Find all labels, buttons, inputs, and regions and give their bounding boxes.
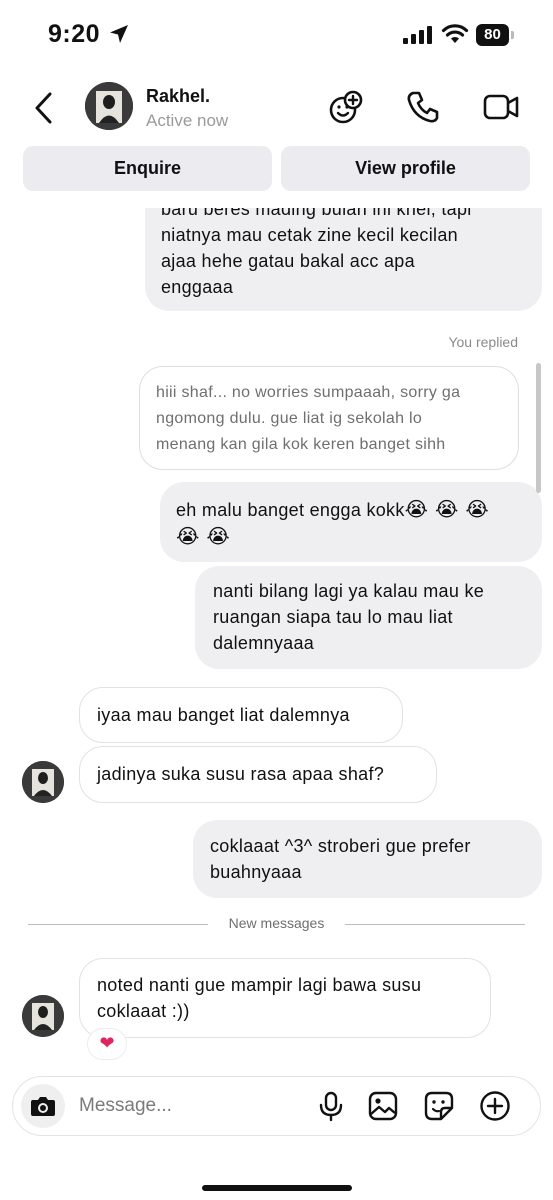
replied-label: You replied (448, 334, 518, 350)
received-message[interactable]: jadinya suka susu rasa apaa shaf? (79, 746, 437, 803)
message-composer (12, 1076, 541, 1136)
back-icon[interactable] (30, 90, 60, 126)
battery-icon: 80 (476, 24, 514, 46)
avatar[interactable] (22, 995, 64, 1037)
message-input[interactable] (79, 1077, 299, 1134)
contact-name[interactable]: Rakhel. (146, 86, 210, 107)
crying-emoji: 😭 😭 (176, 524, 230, 548)
scrollbar[interactable] (536, 363, 541, 493)
plus-icon[interactable] (479, 1090, 511, 1122)
sent-message[interactable]: eh malu banget engga kokk😭 😭 😭 😭 😭 (160, 482, 542, 562)
new-messages-divider: New messages (28, 915, 525, 935)
message-thread[interactable]: baru beres mading bulan ini khel, tapi n… (0, 208, 553, 1068)
heart-reaction[interactable]: ❤ (87, 1028, 127, 1060)
cellular-signal-icon (403, 26, 432, 44)
sent-message[interactable]: baru beres mading bulan ini khel, tapi n… (145, 208, 542, 311)
avatar[interactable] (85, 82, 133, 130)
wifi-icon (441, 24, 469, 43)
status-bar: 9:20 80 (0, 0, 553, 70)
effects-icon[interactable] (327, 88, 365, 126)
camera-icon (31, 1097, 55, 1116)
sent-message[interactable]: nanti bilang lagi ya kalau mau ke ruanga… (195, 566, 542, 669)
photo-icon[interactable] (367, 1090, 399, 1122)
sent-message[interactable]: coklaaat ^3^ stroberi gue prefer buahnya… (193, 820, 542, 898)
status-time: 9:20 (48, 20, 101, 48)
received-message[interactable]: iyaa mau banget liat dalemnya (79, 687, 403, 743)
enquire-button[interactable]: Enquire (23, 146, 272, 191)
contact-status: Active now (146, 111, 229, 130)
camera-button[interactable] (21, 1084, 65, 1128)
sticker-icon[interactable] (423, 1090, 455, 1122)
quoted-reply[interactable]: hiii shaf... no worries sumpaaah, sorry … (139, 366, 519, 470)
received-message[interactable]: noted nanti gue mampir lagi bawa susu co… (79, 958, 491, 1038)
battery-level: 80 (476, 24, 509, 46)
avatar[interactable] (22, 761, 64, 803)
chat-header: Rakhel. Active now (0, 70, 553, 142)
video-camera-icon[interactable] (482, 88, 520, 126)
crying-emoji: 😭 😭 😭 (404, 497, 489, 521)
view-profile-button[interactable]: View profile (281, 146, 530, 191)
home-indicator[interactable] (202, 1185, 352, 1191)
location-arrow-icon (110, 25, 128, 43)
microphone-icon[interactable] (315, 1090, 347, 1122)
phone-icon[interactable] (404, 88, 442, 126)
